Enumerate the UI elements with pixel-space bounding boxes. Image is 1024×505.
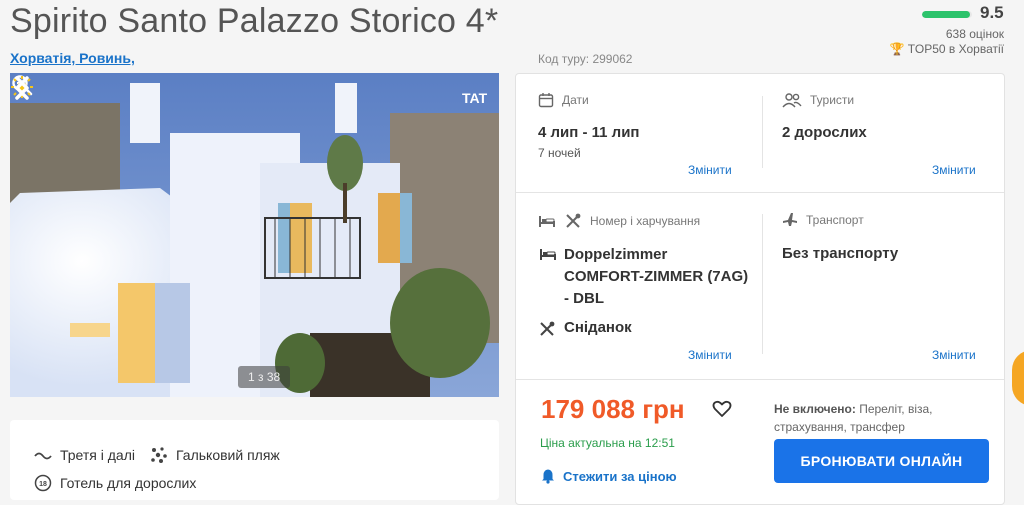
hotel-photo — [10, 73, 499, 397]
tourists-value: 2 дорослих — [782, 124, 867, 141]
divider — [516, 192, 1004, 193]
transport-label-text: Транспорт — [806, 213, 864, 227]
feature-label: Готель для дорослих — [60, 475, 197, 491]
people-icon — [782, 93, 802, 108]
not-included-label: Не включено: — [774, 402, 856, 416]
pebbles-icon — [151, 447, 167, 463]
cutlery-icon — [540, 321, 555, 336]
tourists-label: Туристи — [782, 92, 854, 108]
adults-only-icon: 18 — [34, 474, 52, 492]
feature-adults: 18 Готель для дорослих — [34, 474, 196, 492]
rating-bar — [922, 11, 972, 18]
transport-value: Без транспорту — [782, 245, 899, 262]
watch-price-link[interactable]: Стежити за ціною — [540, 468, 677, 484]
nights-value: 7 ночей — [538, 146, 581, 160]
watch-price-label: Стежити за ціною — [563, 468, 677, 484]
tourists-label-text: Туристи — [810, 93, 855, 107]
book-online-button[interactable]: БРОНЮВАТИ ОНЛАЙН — [774, 439, 989, 483]
room-meal-label: Номер і харчування — [538, 212, 700, 230]
not-included-note: Не включено: Переліт, віза, страхування,… — [774, 400, 989, 436]
change-transport-link[interactable]: Змінити — [932, 348, 976, 362]
divider — [516, 379, 1004, 380]
dates-label-text: Дати — [562, 93, 589, 107]
bed-icon — [540, 249, 556, 260]
price-value: 179 088 грн — [541, 394, 685, 424]
dates-label: Дати — [538, 92, 589, 108]
tat-logo-text: TAT — [462, 90, 488, 106]
features-card: Третя і далі Гальковий пляж 18 Готель дл… — [10, 420, 499, 500]
cutlery-icon — [566, 213, 581, 228]
rating-count: 638 оцінок — [945, 27, 1004, 41]
wave-icon — [34, 452, 52, 460]
feature-label: Третя і далі — [60, 447, 135, 463]
change-dates-link[interactable]: Змінити — [688, 163, 732, 177]
chat-widget-button[interactable] — [1012, 350, 1024, 406]
tour-code: Код туру: 299062 — [538, 52, 633, 66]
top50-badge: 🏆 TOP50 в Хорватії — [890, 42, 1004, 56]
booking-panel: Дати 4 лип - 11 лип 7 ночей Змінити Тури… — [515, 73, 1005, 505]
feature-line: Третя і далі — [34, 446, 135, 464]
trophy-icon: 🏆 — [889, 42, 905, 56]
room-meal-label-text: Номер і харчування — [590, 214, 701, 228]
top50-label: TOP50 в Хорватії — [907, 42, 1004, 56]
divider — [762, 214, 763, 354]
transport-label: Транспорт — [782, 212, 864, 228]
change-room-link[interactable]: Змінити — [688, 348, 732, 362]
meal-value: Сніданок — [564, 319, 632, 336]
change-tourists-link[interactable]: Змінити — [932, 163, 976, 177]
plane-icon — [783, 213, 797, 226]
photo-gallery[interactable]: TAT 1 з 38 — [10, 73, 499, 397]
feature-beach: Гальковий пляж — [150, 446, 280, 464]
feature-label: Гальковий пляж — [176, 447, 280, 463]
hotel-title: Spirito Santo Palazzo Storico 4* — [10, 2, 499, 40]
photo-counter: 1 з 38 — [238, 366, 291, 388]
location-link[interactable]: Хорватія, Ровинь, — [10, 50, 135, 66]
dates-value: 4 лип - 11 лип — [538, 124, 640, 141]
bell-icon — [542, 469, 554, 484]
rating-bar-fill — [922, 11, 970, 18]
price-actual-note: Ціна актуальна на 12:51 — [540, 436, 675, 450]
chevron-right-icon[interactable] — [10, 73, 34, 103]
calendar-icon — [538, 93, 554, 108]
svg-text:18: 18 — [39, 481, 47, 488]
bed-icon — [539, 216, 555, 227]
room-value: Doppelzimmer COMFORT-ZIMMER (7AG) - DBL — [564, 246, 749, 307]
rating-value: 9.5 — [980, 3, 1004, 22]
heart-icon[interactable] — [712, 399, 732, 419]
divider — [762, 96, 763, 168]
